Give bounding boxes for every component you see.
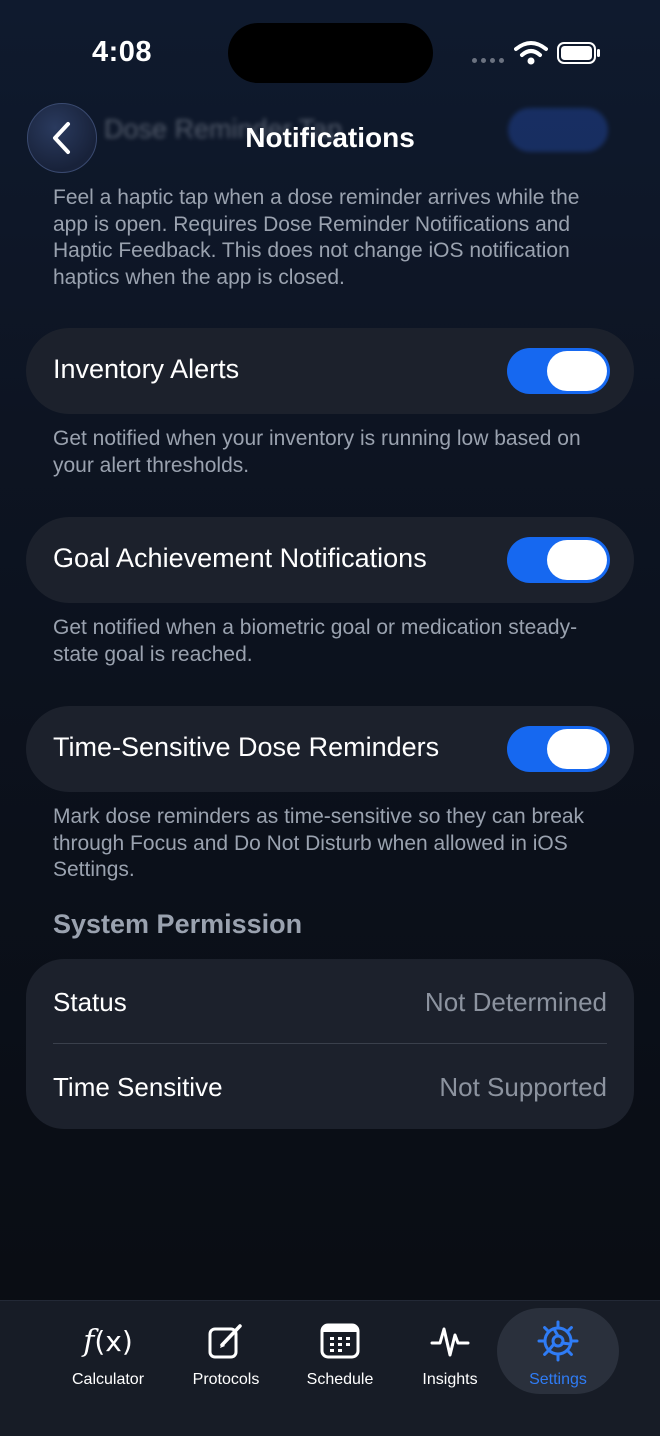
tab-schedule[interactable]: Schedule (290, 1301, 390, 1401)
inventory-alerts-toggle[interactable] (507, 348, 610, 394)
time-sensitive-label: Time-Sensitive Dose Reminders (53, 732, 440, 762)
tab-label: Schedule (306, 1371, 374, 1388)
time-sensitive-description: Mark dose reminders as time-sensitive so… (53, 805, 585, 881)
toggle-knob (547, 729, 607, 769)
tab-label: Calculator (71, 1371, 145, 1388)
goal-achievement-description: Get notified when a biometric goal or me… (53, 616, 578, 666)
inventory-alerts-label: Inventory Alerts (53, 354, 240, 384)
permission-value: Not Determined (424, 987, 607, 1017)
permission-time-sensitive-row: Time Sensitive Not Supported (26, 1044, 634, 1129)
function-icon: f(x) (83, 1323, 133, 1359)
tab-calculator[interactable]: f(x) Calculator (58, 1301, 158, 1401)
tab-bar: f(x) Calculator Protocols Schedule Insig… (0, 1300, 660, 1436)
goal-achievement-row: Goal Achievement Notifications (26, 517, 634, 603)
status-time: 4:08 (92, 36, 153, 68)
dynamic-island (228, 23, 433, 83)
battery-icon (557, 42, 600, 64)
tab-protocols[interactable]: Protocols (176, 1301, 276, 1401)
goal-achievement-toggle[interactable] (507, 537, 610, 583)
page-title: Notifications (245, 122, 415, 153)
goal-achievement-label: Goal Achievement Notifications (53, 543, 427, 573)
wifi-icon (514, 41, 548, 65)
system-permission-card: Status Not Determined Time Sensitive Not… (26, 959, 634, 1129)
tab-insights[interactable]: Insights (400, 1301, 500, 1401)
time-sensitive-row: Time-Sensitive Dose Reminders (26, 706, 634, 792)
calendar-icon (320, 1319, 360, 1363)
tab-settings[interactable]: Settings (508, 1301, 608, 1401)
tab-label: Insights (422, 1371, 478, 1388)
permission-key: Status (53, 987, 127, 1017)
edit-square-icon (206, 1319, 246, 1363)
toggle-knob (547, 351, 607, 391)
tab-label: Protocols (192, 1371, 260, 1388)
inventory-alerts-description: Get notified when your inventory is runn… (53, 427, 581, 477)
section-header-system-permission: System Permission (53, 909, 303, 939)
inventory-alerts-row: Inventory Alerts (26, 328, 634, 414)
gear-icon (537, 1319, 579, 1363)
toggle-knob (547, 540, 607, 580)
time-sensitive-toggle[interactable] (507, 726, 610, 772)
permission-key: Time Sensitive (53, 1072, 223, 1102)
permission-value: Not Supported (439, 1072, 607, 1102)
cellular-signal-icon (472, 58, 504, 63)
waveform-icon (430, 1319, 470, 1363)
permission-status-row: Status Not Determined (26, 959, 634, 1044)
tab-label: Settings (529, 1371, 587, 1388)
dose-reminder-tap-description: Feel a haptic tap when a dose reminder a… (53, 186, 580, 289)
